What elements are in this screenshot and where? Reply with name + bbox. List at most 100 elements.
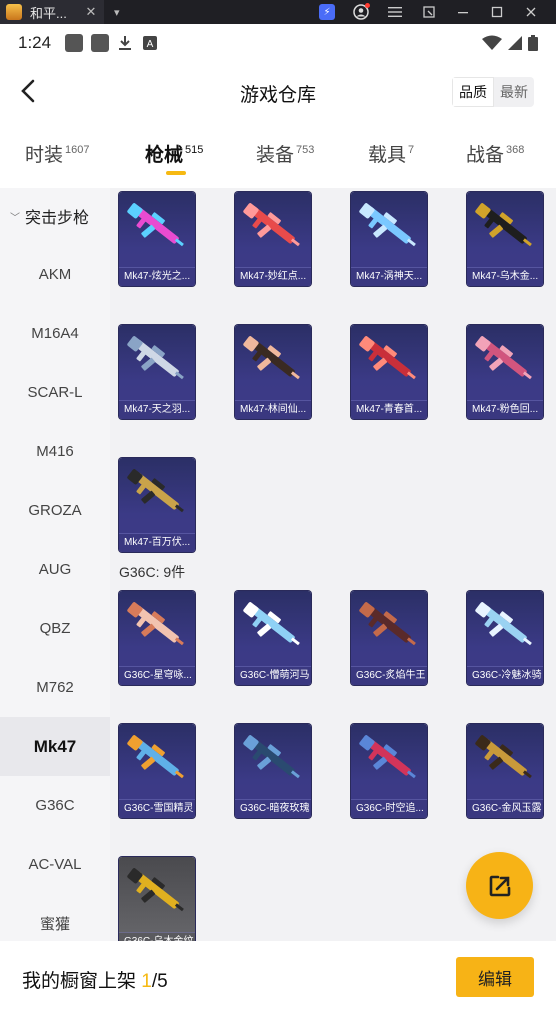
window-close-icon[interactable] — [514, 0, 548, 24]
sidebar-item[interactable]: QBZ — [0, 599, 110, 658]
square-icon — [65, 34, 84, 52]
mk47-skin-card[interactable]: Mk47-粉色回... — [467, 325, 543, 419]
mk47-skin-card[interactable]: Mk47-涡神天... — [351, 192, 427, 286]
sidebar-item[interactable]: AKM — [0, 245, 110, 304]
sort-quality-button[interactable]: 品质 — [452, 77, 494, 107]
status-bar: 1:24 A — [0, 24, 556, 62]
signal-icon — [508, 36, 522, 50]
g36c-skin-card[interactable]: G36C-懵萌河马 — [235, 591, 311, 685]
sidebar-item[interactable]: AUG — [0, 540, 110, 599]
rifle-image — [125, 466, 189, 522]
g36c-skin-card[interactable]: G36C-星穹咏... — [119, 591, 195, 685]
sort-toggle: 品质 最新 — [452, 77, 534, 107]
sidebar-item[interactable]: M762 — [0, 658, 110, 717]
account-icon[interactable] — [344, 0, 378, 24]
rifle-image — [125, 599, 189, 655]
skin-name: Mk47-百万伏... — [119, 533, 195, 552]
skin-name: G36C-暗夜玫瑰 — [235, 799, 311, 818]
menu-icon[interactable] — [378, 0, 412, 24]
rifle-image — [357, 599, 421, 655]
sidebar-item[interactable]: Mk47 — [0, 717, 110, 776]
wifi-icon — [482, 35, 502, 50]
sort-newest-button[interactable]: 最新 — [494, 77, 534, 107]
sidebar-item[interactable]: G36C — [0, 776, 110, 835]
g36c-skin-card[interactable]: G36C-炙焰牛王 — [351, 591, 427, 685]
rifle-image — [241, 200, 305, 256]
square-icon — [91, 34, 110, 52]
mk47-skin-card[interactable]: Mk47-青春首... — [351, 325, 427, 419]
rifle-image — [473, 732, 537, 788]
rifle-image — [473, 333, 537, 389]
tab-close-icon[interactable]: ✕ — [84, 4, 98, 20]
mk47-skin-card[interactable]: Mk47-天之羽... — [119, 325, 195, 419]
app-icon — [6, 4, 22, 20]
open-external-icon — [489, 875, 510, 896]
rifle-image — [357, 200, 421, 256]
rifle-image — [125, 333, 189, 389]
item-grid: G36C: 9件 Mk47-炫光之... Mk47-妙红点... Mk47-涡神天.… — [110, 188, 556, 941]
sidebar-item[interactable]: AC-VAL — [0, 835, 110, 894]
tab-equipment[interactable]: 装备 753 — [256, 140, 314, 167]
restore-icon[interactable] — [412, 0, 446, 24]
tab-title: 和平... — [30, 5, 67, 21]
g36c-skin-card[interactable]: G36C-乌木金纹 — [119, 857, 195, 941]
rifle-image — [125, 865, 189, 921]
minimize-icon[interactable] — [446, 0, 480, 24]
skin-name: Mk47-青春首... — [351, 400, 427, 419]
rifle-image — [125, 732, 189, 788]
share-fab-button[interactable] — [466, 852, 533, 919]
g36c-skin-card[interactable]: G36C-金风玉露 — [467, 724, 543, 818]
status-time: 1:24 — [18, 33, 52, 52]
tab-combat-gear[interactable]: 战备 368 — [466, 140, 524, 167]
sidebar-item[interactable]: M416 — [0, 422, 110, 481]
g36c-skin-card[interactable]: G36C-时空追... — [351, 724, 427, 818]
a-icon: A — [143, 36, 158, 50]
maximize-icon[interactable] — [480, 0, 514, 24]
skin-name: G36C-乌木金纹 — [119, 932, 195, 941]
g36c-skin-card[interactable]: G36C-冷魅冰骑 — [467, 591, 543, 685]
app-tab[interactable]: 和平... ✕ — [0, 0, 104, 24]
skin-name: G36C-炙焰牛王 — [351, 666, 427, 685]
skin-name: Mk47-涡神天... — [351, 267, 427, 286]
rifle-image — [357, 333, 421, 389]
mk47-skin-card[interactable]: Mk47-炫光之... — [119, 192, 195, 286]
sidebar-group-assault-rifles[interactable]: ﹀ 突击步枪 — [10, 204, 89, 228]
skin-name: G36C-星穹咏... — [119, 666, 195, 685]
rifle-image — [241, 599, 305, 655]
battery-icon — [528, 35, 538, 51]
skin-name: G36C-懵萌河马 — [235, 666, 311, 685]
boost-icon[interactable]: ⚡ — [310, 0, 344, 24]
page-header: 游戏仓库 品质 最新 — [0, 62, 556, 122]
weapon-sidebar: ﹀ 突击步枪 AKM M16A4 SCAR-L M416 GROZA AUG QBZ M762… — [0, 188, 110, 941]
mk47-skin-card[interactable]: Mk47-百万伏... — [119, 458, 195, 552]
skin-name: Mk47-粉色回... — [467, 400, 543, 419]
mk47-skin-card[interactable]: Mk47-林间仙... — [235, 325, 311, 419]
skin-name: Mk47-炫光之... — [119, 267, 195, 286]
tab-dropdown-icon[interactable]: ▾ — [114, 6, 120, 19]
skin-name: G36C-雪国精灵 — [119, 799, 195, 818]
sidebar-item[interactable]: GROZA — [0, 481, 110, 540]
tab-fashion[interactable]: 时装 1607 — [25, 140, 90, 167]
g36c-section-label: G36C: 9件 — [119, 564, 186, 580]
g36c-skin-card[interactable]: G36C-暗夜玫瑰 — [235, 724, 311, 818]
rifle-image — [357, 732, 421, 788]
edit-button[interactable]: 编辑 — [456, 957, 534, 997]
tab-firearms[interactable]: 枪械 515 — [145, 140, 203, 167]
g36c-skin-card[interactable]: G36C-雪国精灵 — [119, 724, 195, 818]
skin-name: G36C-金风玉露 — [467, 799, 543, 818]
skin-name: G36C-时空追... — [351, 799, 427, 818]
bottom-bar: 我的橱窗上架 1/5 编辑 — [0, 941, 556, 1012]
sidebar-item[interactable]: M16A4 — [0, 304, 110, 363]
rifle-image — [241, 333, 305, 389]
mk47-skin-card[interactable]: Mk47-妙红点... — [235, 192, 311, 286]
download-icon — [119, 36, 132, 50]
emulator-title-bar: 和平... ✕ ▾ ⚡ — [0, 0, 556, 24]
mk47-skin-card[interactable]: Mk47-乌木金... — [467, 192, 543, 286]
skin-name: Mk47-天之羽... — [119, 400, 195, 419]
rifle-image — [125, 200, 189, 256]
tab-vehicles[interactable]: 载具 7 — [368, 140, 414, 167]
skin-name: Mk47-乌木金... — [467, 267, 543, 286]
rifle-image — [473, 599, 537, 655]
rifle-image — [473, 200, 537, 256]
sidebar-item[interactable]: SCAR-L — [0, 363, 110, 422]
